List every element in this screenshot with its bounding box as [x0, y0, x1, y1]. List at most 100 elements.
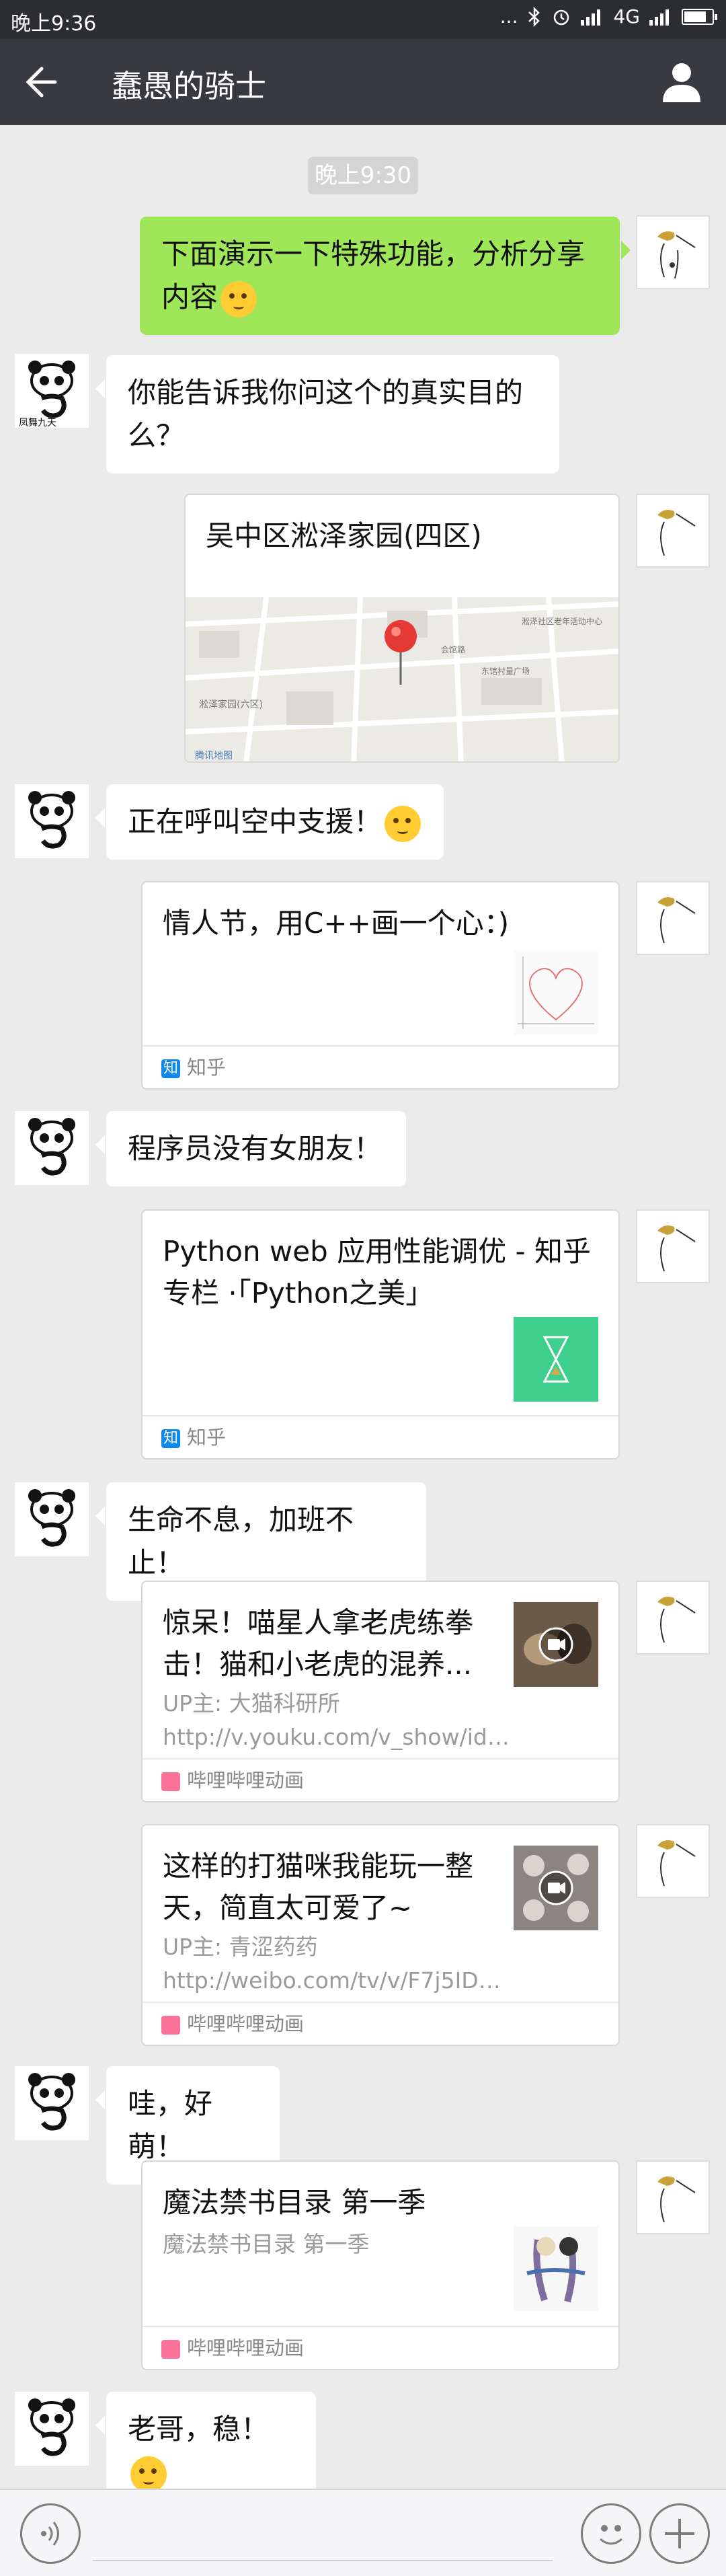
- map-label: 淞泽社区老年活动中心: [522, 616, 602, 626]
- card-source: 知知乎: [143, 1045, 618, 1088]
- source-label: 哔哩哔哩动画: [187, 1769, 305, 1792]
- link-card[interactable]: 魔法禁书目录 第一季 魔法禁书目录 第一季 哔哩哔哩动画: [141, 2160, 620, 2370]
- avatar-caption: 凤舞九天: [19, 418, 56, 428]
- signal-icon-2: [649, 8, 672, 26]
- sketch-avatar-icon: [657, 1225, 696, 1272]
- card-title: Python web 应用性能调优 - 知乎: [163, 1235, 591, 1268]
- my-avatar[interactable]: [636, 494, 710, 568]
- person-icon[interactable]: [657, 58, 706, 106]
- panda-avatar-icon: [28, 2398, 75, 2456]
- map-label: 会馆路: [441, 644, 465, 654]
- source-label: 知乎: [187, 1426, 227, 1449]
- sketch-avatar-icon: [657, 231, 696, 279]
- map-pin-icon: [385, 620, 417, 652]
- video-card[interactable]: 惊呆！喵星人拿老虎练拳 击！猫和小老虎的混养... UP主: 大猫科研所 htt…: [141, 1581, 620, 1803]
- flushed-emoji-icon: [220, 280, 257, 317]
- status-bar: 晚上9:36 ... 4G: [0, 0, 726, 39]
- contact-avatar[interactable]: [15, 784, 89, 858]
- zhihu-icon: 知: [161, 1429, 180, 1448]
- input-bar: [0, 2489, 726, 2576]
- message-bubble-received[interactable]: 程序员没有女朋友！: [95, 1111, 406, 1186]
- card-title: 情人节，用C++画一个心：): [163, 907, 510, 940]
- card-title-2: 击！猫和小老虎的混养...: [163, 1648, 473, 1681]
- bilibili-icon: [161, 1772, 180, 1791]
- panda-avatar-icon: [28, 1118, 75, 1176]
- voice-input-button[interactable]: [20, 2503, 81, 2564]
- card-title-block: Python web 应用性能调优 - 知乎 专栏 ·「Python之美」: [163, 1231, 591, 1314]
- message-text: 老哥，稳！: [128, 2413, 270, 2446]
- link-card[interactable]: 情人节，用C++画一个心：) 知知乎: [141, 881, 620, 1090]
- card-source: 哔哩哔哩动画: [143, 2326, 618, 2369]
- sketch-avatar-icon: [657, 2176, 696, 2223]
- my-avatar[interactable]: [636, 2160, 710, 2234]
- heart-plot-thumbnail: [514, 950, 598, 1034]
- link-card[interactable]: Python web 应用性能调优 - 知乎 专栏 ·「Python之美」 知知…: [141, 1209, 620, 1460]
- message-text: 你能告诉我你问这个的真实目的: [128, 376, 524, 409]
- more-dots: ...: [499, 5, 518, 28]
- card-title: 惊呆！喵星人拿老虎练拳: [163, 1606, 474, 1639]
- my-avatar[interactable]: [636, 1209, 710, 1283]
- video-url: http://v.youku.com/v_show/id_...: [163, 1724, 512, 1750]
- card-title-block: 这样的打猫咪我能玩一整 天，简直太可爱了~: [163, 1846, 473, 1929]
- plus-icon: [665, 2519, 694, 2548]
- message-text: 正在呼叫空中支援！: [128, 805, 382, 838]
- chat-title: 蠢愚的骑士: [112, 68, 266, 104]
- sketch-avatar-icon: [657, 1840, 696, 1887]
- contact-avatar[interactable]: [15, 2392, 89, 2466]
- video-thumbnail: [514, 1602, 598, 1687]
- panda-avatar-icon: [28, 1489, 75, 1547]
- location-card[interactable]: 吴中区淞泽家园(四区) 淞泽社区老年活动中心 淞泽家园(六区) 会馆路 东馆村量…: [184, 494, 620, 763]
- contact-avatar[interactable]: 凤舞九天: [15, 354, 89, 428]
- message-text-2: 么？: [128, 419, 185, 452]
- message-bubble-received[interactable]: 你能告诉我你问这个的真实目的 么？: [95, 355, 559, 473]
- emoji-button[interactable]: [581, 2503, 641, 2564]
- card-source: 知知乎: [143, 1415, 618, 1458]
- video-url: http://weibo.com/tv/v/F7j5IDSl8...: [163, 1967, 512, 1994]
- my-avatar[interactable]: [636, 881, 710, 955]
- hourglass-thumbnail: [514, 1317, 598, 1402]
- alarm-icon: [554, 9, 569, 25]
- smirk-emoji-icon: [130, 2456, 167, 2493]
- location-title: 吴中区淞泽家园(四区): [206, 519, 482, 552]
- card-title: 这样的打猫咪我能玩一整: [163, 1850, 474, 1883]
- bilibili-icon: [161, 2016, 180, 2035]
- back-arrow-icon[interactable]: [20, 61, 63, 104]
- bluetooth-icon: [528, 6, 540, 27]
- card-title: 魔法禁书目录 第一季: [163, 2186, 426, 2219]
- sketch-avatar-icon: [657, 510, 696, 556]
- my-avatar[interactable]: [636, 1581, 710, 1655]
- signal-icon: [581, 8, 604, 26]
- timestamp: 晚上9:30: [308, 157, 418, 194]
- map-label: 东馆村量广场: [481, 666, 530, 676]
- uploader: UP主: 大猫科研所: [163, 1690, 340, 1716]
- card-title-2: 天，简直太可爱了~: [163, 1891, 413, 1924]
- more-button[interactable]: [649, 2503, 710, 2564]
- my-avatar[interactable]: [636, 1824, 710, 1898]
- bilibili-icon: [161, 2340, 180, 2359]
- message-input[interactable]: [93, 2560, 553, 2561]
- message-bubble-received[interactable]: 正在呼叫空中支援！: [95, 784, 444, 860]
- video-thumbnail: [514, 1846, 598, 1930]
- my-avatar[interactable]: [636, 215, 710, 289]
- card-source: 哔哩哔哩动画: [143, 1758, 618, 1801]
- message-bubble-sent[interactable]: 下面演示一下特殊功能，分析分享 内容: [140, 217, 631, 335]
- source-label: 哔哩哔哩动画: [187, 2012, 305, 2035]
- video-card[interactable]: 这样的打猫咪我能玩一整 天，简直太可爱了~ UP主: 青涩药药 http://w…: [141, 1824, 620, 2046]
- card-title-block: 惊呆！喵星人拿老虎练拳 击！猫和小老虎的混养...: [163, 1602, 473, 1685]
- source-label: 哔哩哔哩动画: [187, 2337, 305, 2359]
- thinking-emoji-icon: [385, 805, 421, 842]
- battery-icon: [682, 8, 717, 25]
- zhihu-icon: 知: [161, 1059, 180, 1078]
- contact-avatar[interactable]: [15, 1111, 89, 1185]
- map-watermark: 腾讯地图: [195, 750, 233, 761]
- uploader: UP主: 青涩药药: [163, 1934, 318, 1960]
- card-title-2: 专栏 ·「Python之美」: [163, 1277, 434, 1310]
- anime-thumbnail: [514, 2226, 598, 2311]
- status-time: 晚上9:36: [11, 12, 97, 36]
- message-text: 下面演示一下特殊功能，分析分享: [161, 237, 586, 270]
- contact-avatar[interactable]: [15, 2066, 89, 2140]
- contact-avatar[interactable]: [15, 1482, 89, 1556]
- source-label: 知乎: [187, 1056, 227, 1079]
- card-description: 魔法禁书目录 第一季: [163, 2231, 370, 2257]
- card-source: 哔哩哔哩动画: [143, 2002, 618, 2045]
